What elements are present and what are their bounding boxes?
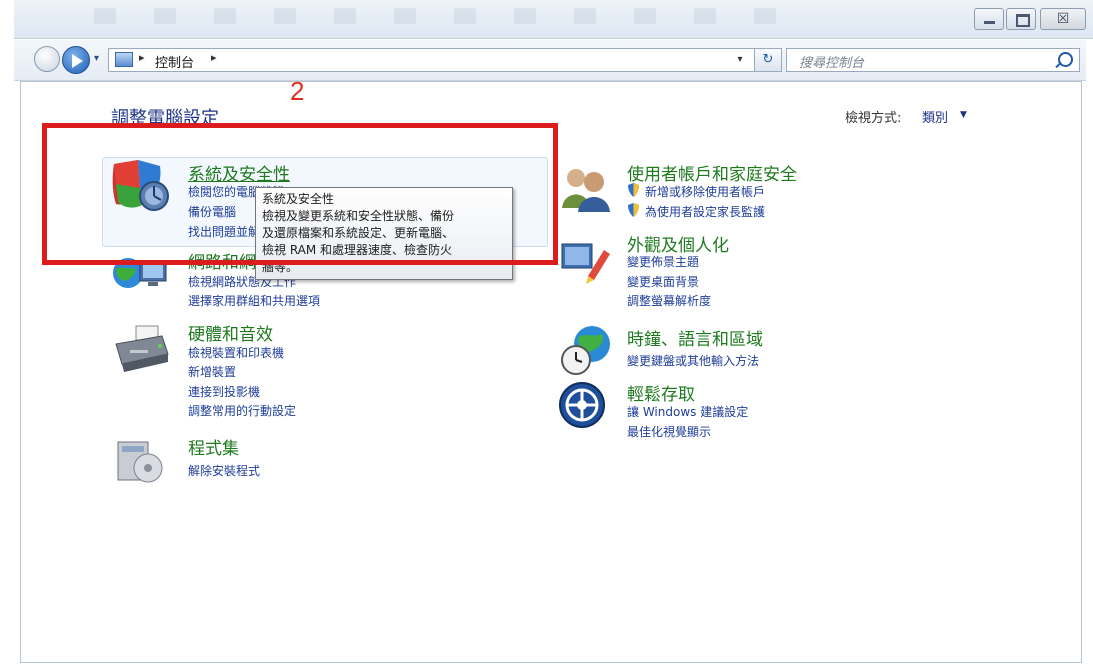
printer-icon (115, 325, 169, 372)
link-parental-controls[interactable]: 為使用者設定家長監護 (645, 203, 765, 220)
category-programs[interactable]: 程式集 (188, 434, 239, 459)
link-uninstall-program[interactable]: 解除安裝程式 (188, 462, 260, 479)
uac-shield-icon (628, 203, 639, 217)
minimize-button[interactable] (974, 8, 1004, 30)
category-ease-of-access[interactable]: 輕鬆存取 (627, 380, 695, 405)
address-toolbar: ▾ ▸ 控制台 ▸ ▾ ↻ 搜尋控制台 (14, 40, 1086, 81)
annotation-highlight-box (42, 123, 558, 265)
view-by-label: 檢視方式: (845, 111, 902, 126)
category-clock-language-region[interactable]: 時鐘、語言和區域 (627, 325, 763, 350)
uac-shield-icon (628, 183, 639, 197)
title-bar-blur (94, 8, 814, 24)
category-user-accounts[interactable]: 使用者帳戶和家庭安全 (627, 160, 797, 185)
link-add-device[interactable]: 新增裝置 (188, 363, 236, 380)
users-icon (562, 169, 610, 212)
close-button[interactable]: ☒ (1040, 8, 1086, 30)
history-dropdown-icon[interactable]: ▾ (94, 53, 99, 64)
breadcrumb-separator-icon[interactable]: ▸ (139, 51, 145, 64)
link-optimize-visual-display[interactable]: 最佳化視覺顯示 (627, 423, 711, 440)
maximize-button[interactable] (1006, 8, 1036, 30)
link-add-remove-users[interactable]: 新增或移除使用者帳戶 (645, 183, 765, 200)
control-panel-icon (115, 52, 133, 67)
category-hardware-sound[interactable]: 硬體和音效 (188, 320, 273, 345)
annotation-number: 2 (290, 76, 305, 106)
breadcrumb-separator-icon[interactable]: ▸ (211, 51, 217, 64)
clock-globe-icon (561, 326, 610, 375)
link-homegroup-sharing[interactable]: 選擇家用群組和共用選項 (188, 292, 320, 309)
title-bar[interactable]: ☒ (14, 0, 1093, 39)
back-button[interactable] (34, 46, 60, 72)
search-input[interactable]: 搜尋控制台 (786, 48, 1080, 72)
ease-of-access-icon (559, 382, 605, 428)
view-by-dropdown[interactable]: 類別 (922, 107, 948, 126)
address-bar[interactable]: ▸ 控制台 ▸ (108, 48, 768, 72)
address-dropdown-icon[interactable]: ▾ (730, 48, 750, 72)
link-windows-suggest-settings[interactable]: 讓 Windows 建議設定 (627, 403, 748, 420)
breadcrumb-control-panel[interactable]: 控制台 (155, 52, 194, 71)
forward-button[interactable] (62, 46, 90, 74)
link-change-theme[interactable]: 變更佈景主題 (627, 253, 699, 270)
control-panel-window: ☒ ▾ ▸ 控制台 ▸ ▾ ↻ 搜尋控制台 調整電腦設定 2 檢視方式: 類別 … (0, 0, 1093, 666)
link-devices-printers[interactable]: 檢視裝置和印表機 (188, 344, 284, 361)
refresh-button[interactable]: ↻ (754, 48, 782, 72)
link-keyboard-input[interactable]: 變更鍵盤或其他輸入方法 (627, 352, 759, 369)
link-change-background[interactable]: 變更桌面背景 (627, 273, 699, 290)
link-mobility-settings[interactable]: 調整常用的行動設定 (188, 402, 296, 419)
link-connect-projector[interactable]: 連接到投影機 (188, 383, 260, 400)
appearance-icon (561, 243, 610, 284)
search-icon[interactable] (1058, 52, 1073, 67)
programs-icon (117, 441, 163, 483)
search-placeholder: 搜尋控制台 (799, 56, 865, 71)
chevron-down-icon[interactable]: ▼ (960, 110, 967, 120)
close-icon: ☒ (1056, 11, 1070, 27)
link-screen-resolution[interactable]: 調整螢幕解析度 (627, 292, 711, 309)
